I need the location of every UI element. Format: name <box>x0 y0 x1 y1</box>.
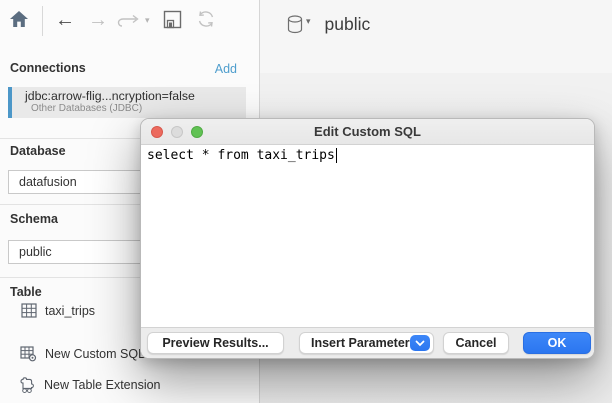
connection-title: jdbc:arrow-flig...ncryption=false <box>25 89 246 103</box>
table-item-taxi-trips[interactable]: taxi_trips <box>21 303 95 318</box>
new-custom-sql-label: New Custom SQL <box>45 347 145 361</box>
toolbar: ← → ▾ <box>0 0 260 42</box>
save-button[interactable] <box>163 10 182 29</box>
dialog-footer: Preview Results... Insert Parameter Canc… <box>141 327 594 358</box>
schema-select-value: public <box>19 245 52 259</box>
add-connection-link[interactable]: Add <box>215 62 237 76</box>
extension-icon <box>20 377 36 393</box>
text-cursor <box>336 148 337 163</box>
table-item-label: taxi_trips <box>45 304 95 318</box>
forward-button[interactable]: → <box>88 10 108 30</box>
refresh-button[interactable] <box>196 9 216 29</box>
new-table-extension-label: New Table Extension <box>44 378 161 392</box>
table-gear-icon <box>20 346 37 362</box>
toolbar-divider <box>42 6 43 36</box>
home-button[interactable] <box>9 9 29 29</box>
table-grid-icon <box>21 303 37 318</box>
insert-parameter-label: Insert Parameter <box>311 336 410 350</box>
cancel-label: Cancel <box>456 336 497 350</box>
ok-button[interactable]: OK <box>523 332 591 354</box>
database-select-value: datafusion <box>19 175 77 189</box>
database-cylinder-icon[interactable] <box>287 15 303 34</box>
redo-button[interactable] <box>117 13 141 28</box>
preview-results-button[interactable]: Preview Results... <box>147 332 284 354</box>
redo-caret-icon[interactable]: ▾ <box>145 15 150 26</box>
page-title: public <box>325 14 371 35</box>
chevron-down-icon[interactable]: ▾ <box>306 16 311 27</box>
sql-text-editor[interactable]: select * from taxi_trips <box>141 145 594 327</box>
sql-text: select * from taxi_trips <box>147 148 335 163</box>
edit-custom-sql-dialog: Edit Custom SQL select * from taxi_trips… <box>140 118 595 359</box>
schema-label: Schema <box>10 212 58 226</box>
dialog-title: Edit Custom SQL <box>141 124 594 139</box>
cancel-button[interactable]: Cancel <box>443 332 509 354</box>
ok-label: OK <box>548 336 567 350</box>
app-window: ▾ public Connections Add jdbc:arrow-flig… <box>0 0 612 403</box>
insert-parameter-button[interactable]: Insert Parameter <box>299 332 434 354</box>
insert-parameter-dropdown-button[interactable] <box>410 335 430 351</box>
preview-results-label: Preview Results... <box>162 336 268 350</box>
table-label: Table <box>10 285 42 299</box>
connection-subtitle: Other Databases (JDBC) <box>31 103 246 114</box>
database-label: Database <box>10 144 66 158</box>
dialog-titlebar[interactable]: Edit Custom SQL <box>141 119 594 145</box>
schema-header: ▾ public <box>287 14 370 35</box>
new-custom-sql-item[interactable]: New Custom SQL <box>20 346 145 362</box>
new-table-extension-item[interactable]: New Table Extension <box>20 377 161 393</box>
back-button[interactable]: ← <box>55 10 75 30</box>
connections-label: Connections <box>10 61 86 75</box>
connection-list-item[interactable]: jdbc:arrow-flig...ncryption=false Other … <box>8 87 246 118</box>
